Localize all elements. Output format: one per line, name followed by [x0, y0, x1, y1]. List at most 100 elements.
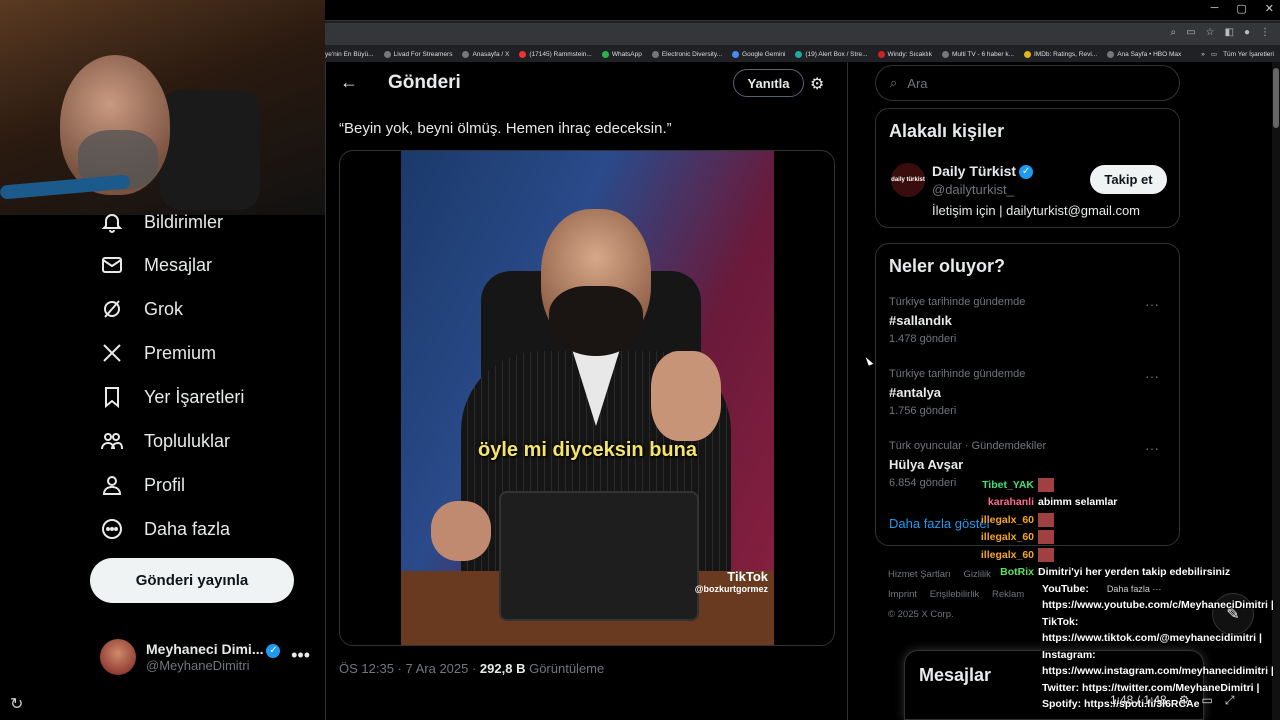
fullscreen-icon[interactable]: ⤢: [1225, 693, 1235, 708]
bookmark[interactable]: Google Gemini: [732, 50, 785, 58]
bookmark[interactable]: Livad For Streamers: [383, 50, 452, 58]
trend-item[interactable]: Türkiye tarihinde gündemde #antalya 1.75…: [889, 368, 1169, 417]
video-caption: öyle mi diyceksin buna: [478, 439, 697, 461]
bookmark[interactable]: Anasayfa / X: [462, 50, 509, 58]
left-sidebar: Bildirimler Mesajlar Grok Premium Yer İş…: [0, 212, 325, 720]
maximize-button[interactable]: ▢: [1236, 2, 1246, 15]
bookmark[interactable]: ye'nin En Büyü...: [325, 51, 374, 58]
chat-message: https://www.instagram.com/meyhanecidimit…: [1042, 665, 1274, 677]
account-switcher[interactable]: Meyhaneci Dimi... ✓ @MeyhaneDimitri •••: [100, 635, 310, 679]
footer-link[interactable]: Imprint: [888, 589, 917, 600]
sliders-icon[interactable]: ⚙: [810, 74, 824, 94]
extension-icon[interactable]: ◧: [1225, 27, 1234, 38]
zoom-icon[interactable]: ⌕: [1170, 27, 1176, 38]
video-person-hand: [651, 351, 721, 441]
bookmark[interactable]: Multi TV - 6 haber k...: [941, 50, 1014, 58]
reply-button[interactable]: Yanıtla: [733, 69, 804, 97]
sidebar-item-bookmarks[interactable]: Yer İşaretleri: [100, 382, 244, 412]
video-person-hand: [431, 501, 491, 561]
account-name: Meyhaneci Dimi...: [146, 641, 264, 658]
profile-icon[interactable]: ●: [1244, 27, 1250, 38]
address-bar[interactable]: ⌕ ▭ ☆ ◧ ● ⋮: [325, 23, 1280, 45]
chat-message: abimm selamlar: [1038, 496, 1118, 508]
close-button[interactable]: ✕: [1265, 2, 1274, 15]
sidebar-item-communities[interactable]: Topluluklar: [100, 426, 230, 456]
menu-icon[interactable]: ⋮: [1260, 27, 1270, 38]
avatar: [100, 639, 136, 675]
trend-context: Türkiye tarihinde gündemde: [889, 296, 1026, 308]
chat-line: BotRix Dimitri'yi her yerden takip edebil…: [960, 566, 1230, 578]
more-dots-icon[interactable]: ···: [1145, 368, 1159, 384]
bookmark[interactable]: (17145) Rammstein...: [519, 50, 592, 58]
settings-icon[interactable]: ⚙: [1179, 693, 1190, 708]
bookmark-icon: [105, 387, 119, 409]
account-handle: @MeyhaneDimitri: [146, 657, 250, 673]
sidebar-item-more[interactable]: Daha fazla: [100, 514, 230, 544]
sidebar-item-messages[interactable]: Mesajlar: [100, 250, 212, 280]
chat-line: Instagram:: [1042, 649, 1096, 661]
page-title: Gönderi: [388, 72, 461, 93]
post-timestamp: ÖS 12:35 · 7 Ara 2025 ·: [339, 661, 480, 676]
tiktok-username: @bozkurtgormez: [694, 584, 768, 594]
view-count: 292,8 B: [479, 661, 526, 676]
all-bookmarks-link[interactable]: Tüm Yer İşaretleri: [1223, 51, 1274, 58]
follow-button[interactable]: Takip et: [1090, 165, 1167, 194]
pip-icon[interactable]: ▭: [1201, 693, 1212, 708]
refresh-icon[interactable]: ↻: [10, 694, 23, 714]
view-label: Görüntüleme: [525, 661, 605, 676]
bookmark[interactable]: Windy: Sıcaklık: [877, 50, 932, 58]
sidebar-item-profile[interactable]: Profil: [100, 470, 185, 500]
trend-context: Türk oyuncular · Gündemdekiler: [889, 440, 1047, 452]
more-dots-icon[interactable]: ···: [1145, 296, 1159, 312]
emote-icon: [1038, 530, 1054, 544]
sidebar-item-label: Topluluklar: [144, 430, 231, 451]
scrollbar[interactable]: [1272, 62, 1280, 720]
bookmark[interactable]: WhatsApp: [601, 50, 642, 58]
trend-name: Hülya Avşar: [889, 457, 964, 472]
search-input[interactable]: ⌕ Ara: [875, 65, 1180, 101]
video-player[interactable]: öyle mi diyceksin buna TikTok @bozkurtgo…: [401, 151, 774, 645]
post-button[interactable]: Gönderi yayınla: [90, 558, 294, 603]
footer-link[interactable]: Erişilebilirlik: [930, 589, 980, 600]
more-dots-icon[interactable]: ···: [1145, 440, 1159, 456]
sidebar-item-label: Grok: [144, 298, 184, 319]
chat-username: illegalx_60: [980, 531, 1034, 543]
trend-item[interactable]: Türkiye tarihinde gündemde #sallandık 1.…: [889, 296, 1169, 345]
tiktok-watermark: TikTok @bozkurtgormez: [695, 569, 768, 594]
emote-icon: [1038, 548, 1054, 562]
post-media[interactable]: öyle mi diyceksin buna TikTok @bozkurtgo…: [339, 150, 835, 646]
chat-line: https://www.tiktok.com/@meyhanecidimitri…: [1042, 632, 1262, 644]
sidebar-item-label: Profil: [144, 474, 186, 495]
back-arrow-icon[interactable]: ←: [340, 72, 358, 93]
grok-icon: [104, 300, 120, 318]
footer-link[interactable]: Reklam: [992, 589, 1024, 600]
search-icon: ⌕: [890, 75, 898, 90]
avatar[interactable]: daily türkist: [891, 163, 925, 197]
sidebar-item-notifications[interactable]: Bildirimler: [100, 207, 223, 237]
bookmark[interactable]: Electronic Diversity...: [651, 50, 722, 58]
people-icon: [101, 433, 123, 450]
bookmark[interactable]: (19) Alert Box / Stre...: [795, 50, 868, 58]
chat-line: illegalx_60: [960, 548, 1056, 562]
bookmark[interactable]: IMDb: Ratings, Revi...: [1023, 50, 1097, 58]
user-name[interactable]: Daily Türkist ✓: [932, 163, 1034, 180]
trend-count: 1.756 gönderi: [889, 405, 957, 417]
chat-message: YouTube:: [1042, 583, 1089, 595]
chat-username: illegalx_60: [980, 514, 1034, 526]
cast-icon[interactable]: ▭: [1186, 27, 1195, 38]
sidebar-item-grok[interactable]: Grok: [100, 294, 183, 324]
star-icon[interactable]: ☆: [1206, 27, 1215, 38]
chat-more-link[interactable]: Daha fazla ···: [1107, 584, 1162, 594]
more-dots-icon[interactable]: •••: [291, 645, 310, 666]
footer-link[interactable]: Hizmet Şartları: [888, 569, 951, 580]
sidebar-item-premium[interactable]: Premium: [100, 338, 216, 368]
sidebar-item-label: Daha fazla: [144, 518, 231, 539]
webcam-microphone: [0, 174, 131, 200]
browser-chrome: ⌕ ▭ ☆ ◧ ● ⋮ ye'nin En Büyü... Livad For …: [325, 20, 1280, 62]
scroll-thumb[interactable]: [1273, 68, 1279, 128]
verified-badge-icon: ✓: [266, 643, 281, 658]
bookmarks-more-button[interactable]: »: [1201, 51, 1205, 58]
minimize-button[interactable]: ─: [1211, 2, 1219, 15]
emote-icon: [1038, 478, 1054, 492]
bookmark[interactable]: Ana Sayfa • HBO Max: [1107, 50, 1181, 58]
